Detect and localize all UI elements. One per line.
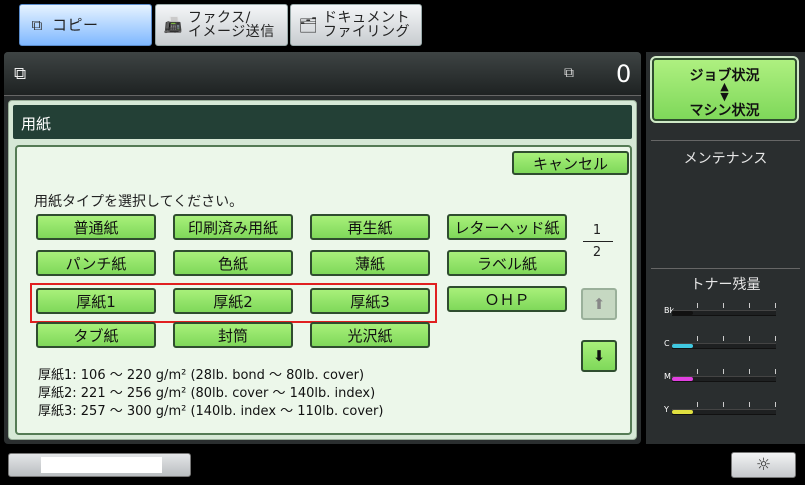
paper-type-envelope-button[interactable]: 封筒 [173, 322, 293, 348]
arrow-down-icon: ⬇ [592, 347, 606, 365]
toner-code: Y [664, 405, 669, 414]
copy-status-bar: ⧉ ⧉ 0 [4, 52, 641, 96]
arrow-up-icon: ⬆ [592, 295, 606, 313]
toner-track [672, 402, 777, 415]
toner-tick [723, 369, 725, 374]
fax-icon: 📠 [163, 16, 183, 34]
paper-type-ohp-button[interactable]: ＯＨＰ [447, 286, 567, 312]
progress-bar [8, 453, 191, 477]
scroll-up-button[interactable]: ⬆ [581, 288, 617, 320]
copy-icon: ⧉ [31, 16, 43, 34]
tab-copy[interactable]: ⧉ コピー [19, 4, 152, 46]
toner-tick [697, 336, 699, 341]
toner-tick [723, 402, 725, 407]
paper-type-glossy-button[interactable]: 光沢紙 [310, 322, 430, 348]
toner-row-black: Bk [664, 303, 779, 317]
toner-tick [697, 303, 699, 308]
progress-fill [41, 457, 162, 473]
toner-code: C [664, 339, 670, 348]
sun-icon: ☼ [755, 455, 772, 475]
status-sidebar: ジョブ状況 ▲ ▼ マシン状況 メンテナンス トナー残量 Bk C M Y [646, 52, 805, 444]
toner-row-cyan: C [664, 336, 779, 350]
mode-tab-bar: ⧉ コピー 📠 ファクス/ イメージ送信 🗂 ドキュメント ファイリング [0, 0, 805, 50]
toner-level-fill [672, 410, 693, 414]
copy-icon: ⧉ [14, 64, 27, 84]
toner-tick [749, 303, 751, 308]
paper-type-heavy3-button[interactable]: 厚紙3 [310, 288, 430, 314]
main-panel: ⧉ ⧉ 0 用紙 キャンセル 用紙タイプを選択してください。 普通紙 印刷済み用… [4, 52, 641, 444]
weight-note: 厚紙1: 106 ～ 220 g/m² (28lb. bond ～ 80lb. … [38, 368, 365, 383]
toner-tick [723, 303, 725, 308]
paper-type-heavy1-button[interactable]: 厚紙1 [36, 288, 156, 314]
page-total: 2 [592, 245, 602, 260]
toner-level-fill [672, 311, 693, 315]
toner-tick [697, 402, 699, 407]
tab-copy-label: コピー [52, 16, 99, 34]
toner-tick [775, 402, 777, 407]
page-divider [583, 241, 613, 242]
paper-type-area: キャンセル 用紙タイプを選択してください。 普通紙 印刷済み用紙 再生紙 レター… [15, 145, 632, 435]
cancel-button[interactable]: キャンセル [512, 151, 629, 175]
divider [651, 140, 800, 141]
scroll-down-button[interactable]: ⬇ [581, 340, 617, 372]
paper-type-labels-button[interactable]: ラベル紙 [447, 250, 567, 276]
toner-track [672, 336, 777, 349]
paper-type-letterhead-button[interactable]: レターヘッド紙 [447, 214, 567, 240]
toner-tick [749, 336, 751, 341]
toner-row-magenta: M [664, 369, 779, 383]
paper-select-panel: 用紙 キャンセル 用紙タイプを選択してください。 普通紙 印刷済み用紙 再生紙 … [8, 100, 637, 440]
bottom-bar: ☼ [0, 447, 805, 485]
toner-row-yellow: Y [664, 402, 779, 416]
toner-track [672, 369, 777, 382]
toner-level-title: トナー残量 [690, 277, 761, 293]
paper-type-tab-button[interactable]: タブ紙 [36, 322, 156, 348]
page-current: 1 [592, 223, 602, 238]
weight-note: 厚紙2: 221 ～ 256 g/m² (80lb. cover ～ 140lb… [38, 386, 376, 401]
toner-code: M [664, 372, 671, 381]
machine-status-label: マシン状況 [689, 103, 760, 119]
toner-level-fill [672, 377, 693, 381]
paper-type-punched-button[interactable]: パンチ紙 [36, 250, 156, 276]
display-brightness-button[interactable]: ☼ [731, 452, 796, 478]
up-down-arrow-icon: ▲ ▼ [720, 80, 729, 103]
panel-title: 用紙 [21, 115, 52, 133]
instruction-text: 用紙タイプを選択してください。 [34, 194, 244, 210]
paper-type-recycled-button[interactable]: 再生紙 [310, 214, 430, 240]
weight-note: 厚紙3: 257 ～ 300 g/m² (140lb. index ～ 110l… [38, 404, 384, 419]
job-machine-status-button[interactable]: ジョブ状況 ▲ ▼ マシン状況 [650, 56, 799, 123]
maintenance-label[interactable]: メンテナンス [646, 148, 805, 168]
paper-type-thin-button[interactable]: 薄紙 [310, 250, 430, 276]
document-filing-icon: 🗂 [298, 16, 318, 34]
toner-level-fill [672, 344, 693, 348]
toner-tick [775, 369, 777, 374]
copy-count: 0 [616, 60, 632, 88]
panel-title-bar: 用紙 [13, 105, 632, 139]
paper-type-plain-button[interactable]: 普通紙 [36, 214, 156, 240]
tab-fax-label: ファクス/ イメージ送信 [188, 10, 275, 40]
heavy-paper-weight-notes: 厚紙1: 106 ～ 220 g/m² (28lb. bond ～ 80lb. … [38, 367, 383, 421]
divider [651, 268, 800, 269]
toner-tick [723, 336, 725, 341]
copies-icon: ⧉ [564, 65, 574, 81]
toner-tick [749, 369, 751, 374]
tab-fax-image-send[interactable]: 📠 ファクス/ イメージ送信 [155, 4, 288, 46]
tab-document-filing[interactable]: 🗂 ドキュメント ファイリング [290, 4, 422, 46]
toner-track [672, 303, 777, 316]
toner-tick [775, 336, 777, 341]
toner-tick [775, 303, 777, 308]
toner-tick [749, 402, 751, 407]
paper-type-heavy2-button[interactable]: 厚紙2 [173, 288, 293, 314]
paper-type-color-button[interactable]: 色紙 [173, 250, 293, 276]
paper-type-preprinted-button[interactable]: 印刷済み用紙 [173, 214, 293, 240]
toner-tick [697, 369, 699, 374]
tab-document-filing-label: ドキュメント ファイリング [323, 10, 410, 40]
